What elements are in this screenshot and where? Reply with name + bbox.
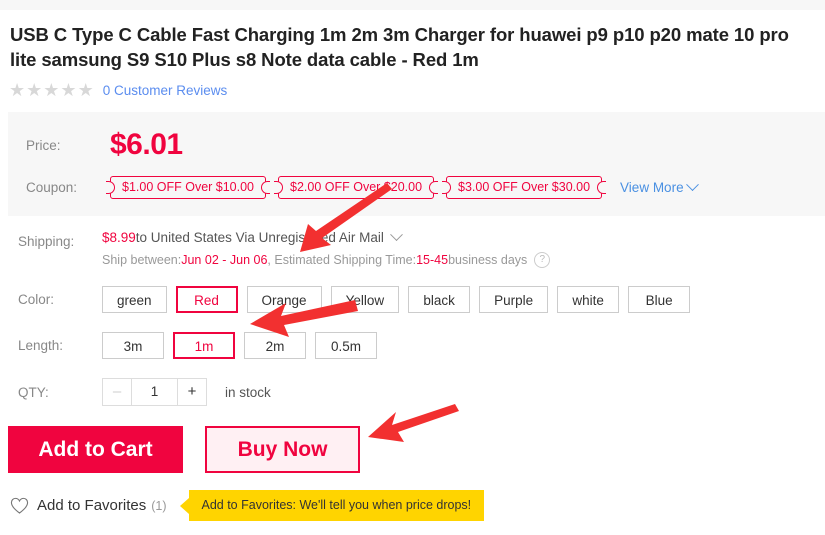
- ship-between-value: Jun 02 - Jun 06: [181, 253, 268, 267]
- length-option-row: Length: 3m 1m 2m 0.5m: [0, 330, 825, 360]
- color-chip-orange[interactable]: Orange: [246, 285, 322, 313]
- heart-icon[interactable]: [10, 496, 29, 515]
- coupon-label: Coupon:: [26, 179, 78, 195]
- page-title: USB C Type C Cable Fast Charging 1m 2m 3…: [10, 24, 789, 70]
- length-chip-3m[interactable]: 3m: [102, 331, 164, 359]
- chevron-down-icon: [685, 177, 699, 191]
- shipping-method-line[interactable]: $8.99 to United States Via Unregistered …: [102, 228, 550, 245]
- coupon-row: Coupon: $1.00 OFF Over $10.00 $2.00 OFF …: [8, 172, 825, 202]
- favorites-row: Add to Favorites (1) Add to Favorites: W…: [0, 490, 825, 521]
- color-chip-black[interactable]: black: [408, 285, 471, 313]
- rating-row: ★ ★ ★ ★ ★ 0 Customer Reviews: [0, 72, 825, 101]
- color-chip-red[interactable]: Red: [175, 285, 238, 313]
- buy-now-button[interactable]: Buy Now: [205, 426, 360, 473]
- product-detail-page: USB C Type C Cable Fast Charging 1m 2m 3…: [0, 10, 825, 521]
- price-label: Price:: [26, 137, 61, 153]
- ship-between-label: Ship between:: [102, 253, 182, 267]
- qty-decrement-button[interactable]: –: [103, 379, 131, 405]
- shipping-details: $8.99 to United States Via Unregistered …: [102, 228, 551, 268]
- length-chip-05m[interactable]: 0.5m: [315, 331, 377, 359]
- chevron-down-icon[interactable]: [390, 228, 403, 242]
- color-option-row: Color: green Red Orange Yellow black Pur…: [0, 284, 825, 314]
- price-value: $6.01: [110, 128, 183, 161]
- qty-input[interactable]: 1: [131, 379, 178, 405]
- color-chip-yellow[interactable]: Yellow: [330, 285, 400, 313]
- qty-increment-button[interactable]: +: [178, 379, 206, 405]
- shipping-method: to United States Via Unregistered Air Ma…: [135, 230, 384, 245]
- length-chip-list: 3m 1m 2m 0.5m: [102, 331, 377, 359]
- shipping-time-value: 15-45: [416, 253, 449, 267]
- color-chip-blue[interactable]: Blue: [628, 285, 691, 313]
- stock-status: in stock: [225, 384, 271, 400]
- color-chip-purple[interactable]: Purple: [479, 285, 549, 313]
- star-rating: ★ ★ ★ ★ ★: [9, 81, 94, 99]
- qty-label: QTY:: [18, 384, 49, 400]
- star-icon: ★: [77, 80, 94, 100]
- favorites-count: (1): [151, 498, 167, 513]
- coupon-list: $1.00 OFF Over $10.00 $2.00 OFF Over $20…: [110, 175, 699, 199]
- customer-reviews-link[interactable]: 0 Customer Reviews: [103, 83, 228, 98]
- coupon-tag[interactable]: $3.00 OFF Over $30.00: [446, 175, 603, 199]
- shipping-row: Shipping: $8.99 to United States Via Unr…: [0, 228, 825, 268]
- star-icon: ★: [9, 80, 26, 100]
- color-chip-green[interactable]: green: [102, 285, 167, 313]
- add-to-cart-button[interactable]: Add to Cart: [8, 426, 183, 473]
- top-strip: [0, 0, 825, 10]
- star-icon: ★: [26, 80, 43, 100]
- add-to-favorites-label[interactable]: Add to Favorites: [37, 497, 146, 514]
- length-label: Length:: [18, 337, 64, 353]
- shipping-label: Shipping:: [18, 234, 75, 249]
- view-more-label: View More: [620, 179, 684, 195]
- price-coupon-panel: Price: $6.01 Coupon: $1.00 OFF Over $10.…: [8, 112, 825, 216]
- qty-row: QTY: – 1 + in stock: [0, 377, 825, 407]
- shipping-estimate-line: Ship between: Jun 02 - Jun 06 , Estimate…: [102, 252, 551, 268]
- length-chip-1m[interactable]: 1m: [173, 331, 235, 359]
- favorites-tooltip: Add to Favorites: We'll tell you when pr…: [179, 490, 485, 521]
- shipping-time-suffix: business days: [448, 253, 528, 267]
- view-more-coupons-button[interactable]: View More: [620, 177, 699, 195]
- coupon-tag[interactable]: $2.00 OFF Over $20.00: [278, 175, 435, 199]
- color-chip-list: green Red Orange Yellow black Purple whi…: [102, 285, 691, 313]
- color-label: Color:: [18, 291, 55, 307]
- cta-row: Add to Cart Buy Now: [0, 426, 825, 473]
- price-row: Price: $6.01: [8, 122, 825, 168]
- shipping-time-label: , Estimated Shipping Time:: [267, 253, 417, 267]
- color-chip-white[interactable]: white: [557, 285, 620, 313]
- star-icon: ★: [60, 80, 77, 100]
- star-icon: ★: [43, 80, 60, 100]
- length-chip-2m[interactable]: 2m: [244, 331, 306, 359]
- coupon-tag[interactable]: $1.00 OFF Over $10.00: [110, 175, 267, 199]
- help-icon[interactable]: ?: [534, 252, 551, 268]
- quantity-stepper: – 1 +: [102, 378, 207, 406]
- shipping-cost: $8.99: [102, 230, 136, 245]
